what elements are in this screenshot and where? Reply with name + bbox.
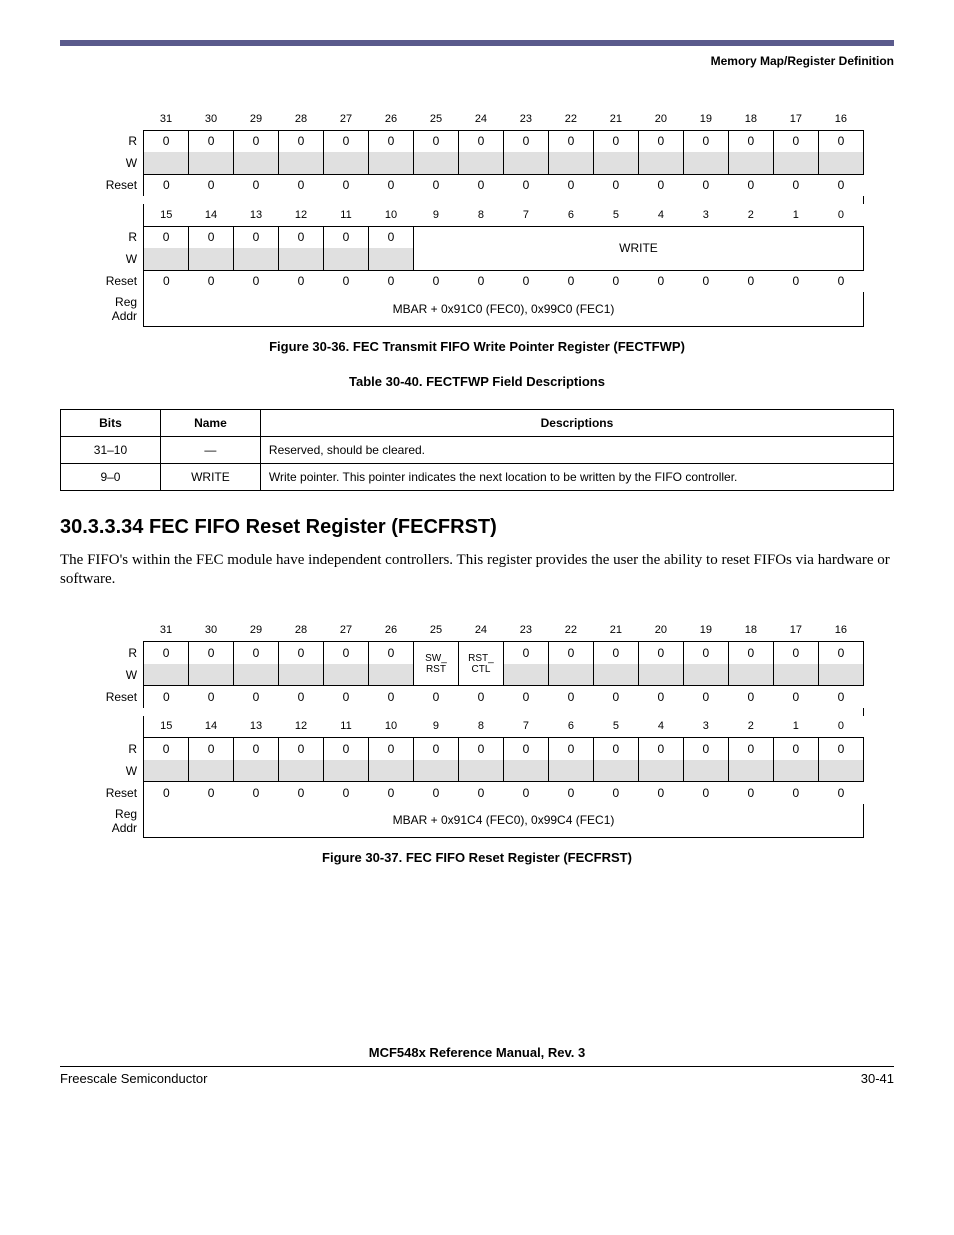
row-label-reset: Reset xyxy=(90,174,144,196)
section-heading: 30.3.3.34 FEC FIFO Reset Register (FECFR… xyxy=(60,516,894,539)
row-label-r: R xyxy=(90,130,144,152)
rst-ctl-field: RST_CTL xyxy=(458,642,503,686)
footer-doc-title: MCF548x Reference Manual, Rev. 3 xyxy=(60,1045,894,1060)
reg-addr-value: MBAR + 0x91C4 (FEC0), 0x99C4 (FEC1) xyxy=(144,804,864,838)
footer-right: 30-41 xyxy=(861,1071,894,1086)
write-field: WRITE xyxy=(413,226,863,270)
register-diagram-fecfrst: 31302928272625242322212019181716 R 00000… xyxy=(90,620,864,839)
row-label-w: W xyxy=(90,152,144,174)
register-diagram-fectfwp: 31302928272625242322212019181716 R 00000… xyxy=(90,108,864,327)
footer-left: Freescale Semiconductor xyxy=(60,1071,207,1086)
row-label-regaddr: Reg Addr xyxy=(90,292,144,326)
table-caption-40: Table 30-40. FECTFWP Field Descriptions xyxy=(60,374,894,389)
section-body: The FIFO's within the FEC module have in… xyxy=(60,551,894,590)
sw-rst-field: SW_RST xyxy=(413,642,458,686)
field-description-table: Bits Name Descriptions 31–10 — Reserved,… xyxy=(60,409,894,491)
figure-caption-37: Figure 30-37. FEC FIFO Reset Register (F… xyxy=(60,850,894,865)
header-accent-bar xyxy=(60,40,894,46)
table-row: 9–0 WRITE Write pointer. This pointer in… xyxy=(61,463,894,490)
figure-caption-36: Figure 30-36. FEC Transmit FIFO Write Po… xyxy=(60,339,894,354)
table-row: 31–10 — Reserved, should be cleared. xyxy=(61,436,894,463)
reg-addr-value: MBAR + 0x91C0 (FEC0), 0x99C0 (FEC1) xyxy=(144,292,864,326)
bit-num: 31 xyxy=(144,108,189,130)
page-footer: Freescale Semiconductor 30-41 xyxy=(60,1066,894,1086)
header-section-title: Memory Map/Register Definition xyxy=(60,54,894,68)
